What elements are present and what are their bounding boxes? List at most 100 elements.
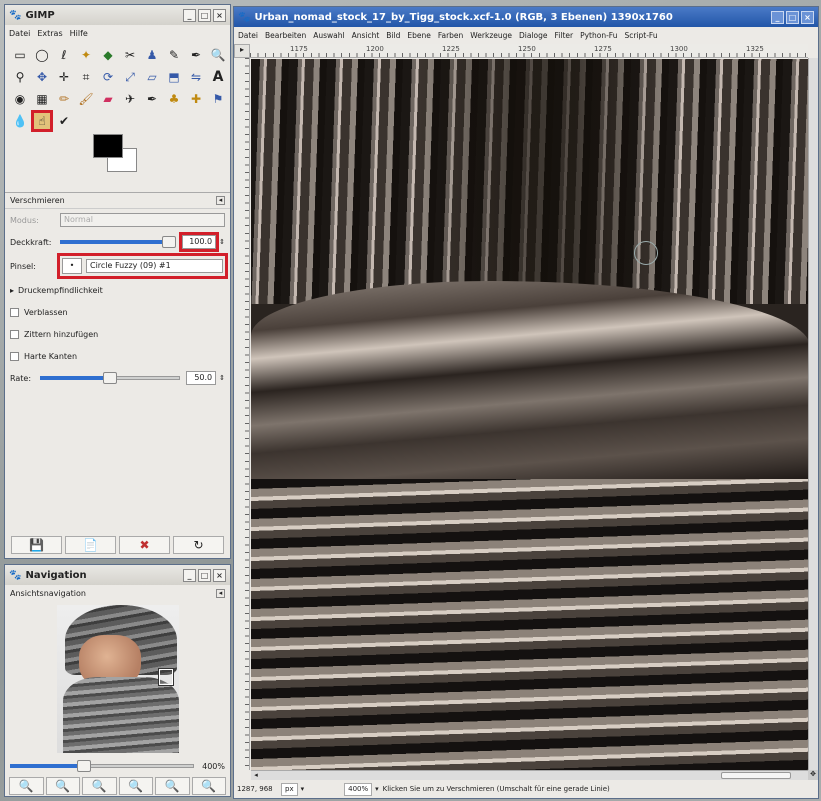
restore-options-icon[interactable]: 📄	[65, 536, 116, 554]
ellipse-select-icon[interactable]: ◯	[33, 46, 51, 64]
image-titlebar[interactable]: 🐾 Urban_nomad_stock_17_by_Tigg_stock.xcf…	[234, 7, 818, 27]
zoom-out-icon[interactable]: 🔍	[9, 777, 44, 795]
eraser-icon[interactable]: ▰	[99, 90, 117, 108]
navigate-corner-icon[interactable]: ✥	[808, 770, 818, 780]
hard-edges-checkbox[interactable]	[10, 351, 19, 361]
zoom-select[interactable]: 400%	[344, 782, 373, 796]
flip-icon[interactable]: ⇋	[187, 68, 205, 86]
save-options-icon[interactable]: 💾	[11, 536, 62, 554]
unit-dropdown-icon[interactable]: ▾	[301, 785, 305, 793]
rate-value[interactable]: 50.0	[186, 371, 217, 385]
rotate-icon[interactable]: ⟳	[99, 68, 117, 86]
navigation-preview[interactable]	[56, 605, 179, 753]
hard-edges-label[interactable]: Harte Kanten	[24, 352, 77, 361]
pencil-icon[interactable]: ✏	[55, 90, 73, 108]
horizontal-scroll-thumb[interactable]	[721, 772, 791, 779]
gradient-icon[interactable]: ▦	[33, 90, 51, 108]
rate-slider-knob[interactable]	[103, 372, 117, 384]
horizontal-scrollbar[interactable]: ◂	[251, 770, 810, 780]
maximize-button[interactable]: □	[198, 568, 211, 582]
jitter-label[interactable]: Zittern hinzufügen	[24, 330, 98, 339]
toolbox-titlebar[interactable]: 🐾 GIMP _ □ ×	[5, 5, 230, 25]
jitter-checkbox[interactable]	[10, 329, 19, 339]
zoom-1-1-icon[interactable]: 🔍	[82, 777, 117, 795]
menu-farben[interactable]: Farben	[438, 31, 463, 40]
zoom-slider-knob[interactable]	[76, 760, 91, 772]
opacity-value[interactable]: 100.0	[179, 232, 220, 252]
close-button[interactable]: ×	[801, 10, 814, 24]
clone-icon[interactable]: ♣	[165, 90, 183, 108]
fuzzy-select-icon[interactable]: ✦	[77, 46, 95, 64]
zoom-dropdown-icon[interactable]: ▾	[375, 785, 379, 793]
foreground-select-icon[interactable]: ♟	[143, 46, 161, 64]
zoom-fit-icon[interactable]: 🔍	[118, 777, 153, 795]
menu-python-fu[interactable]: Python-Fu	[580, 31, 617, 40]
zoom-slider[interactable]	[10, 759, 195, 773]
minimize-button[interactable]: _	[183, 8, 196, 22]
brush-name[interactable]: Circle Fuzzy (09) #1	[86, 259, 223, 273]
shear-icon[interactable]: ▱	[143, 68, 161, 86]
vertical-scrollbar[interactable]	[808, 58, 818, 770]
rect-select-icon[interactable]: ▭	[11, 46, 29, 64]
menu-bearbeiten[interactable]: Bearbeiten	[265, 31, 306, 40]
brush-preview-icon[interactable]: •	[62, 258, 82, 274]
perspective-icon[interactable]: ⬒	[165, 68, 183, 86]
mode-select[interactable]: Normal	[60, 213, 225, 227]
expander-icon[interactable]: ▸	[10, 286, 14, 295]
scroll-left-icon[interactable]: ◂	[251, 771, 261, 780]
vertical-ruler[interactable]	[234, 58, 250, 770]
close-button[interactable]: ×	[213, 568, 226, 582]
menu-datei[interactable]: Datei	[238, 31, 258, 40]
paths-icon[interactable]: ✎	[165, 46, 183, 64]
zoom-in-icon[interactable]: 🔍	[45, 777, 80, 795]
image-canvas[interactable]	[251, 59, 810, 770]
panel-menu-icon[interactable]: ◂	[216, 196, 225, 205]
color-swatches[interactable]	[93, 134, 230, 186]
opacity-slider[interactable]	[60, 235, 177, 249]
navigation-titlebar[interactable]: 🐾 Navigation _ □ ×	[5, 565, 230, 585]
menu-werkzeuge[interactable]: Werkzeuge	[470, 31, 512, 40]
menu-extras[interactable]: Extras	[37, 29, 62, 38]
ink-icon[interactable]: ✒	[143, 90, 161, 108]
align-icon[interactable]: ✛	[55, 68, 73, 86]
perspective-clone-icon[interactable]: ⚑	[209, 90, 227, 108]
close-button[interactable]: ×	[213, 8, 226, 22]
pressure-label[interactable]: Druckempfindlichkeit	[18, 286, 103, 295]
menu-filter[interactable]: Filter	[555, 31, 574, 40]
opacity-spin-icon[interactable]: ⇕	[219, 238, 225, 246]
fade-checkbox[interactable]	[10, 307, 19, 317]
scissors-icon[interactable]: ✂	[121, 46, 139, 64]
maximize-button[interactable]: □	[786, 10, 799, 24]
maximize-button[interactable]: □	[198, 8, 211, 22]
airbrush-icon[interactable]: ✈	[121, 90, 139, 108]
fade-label[interactable]: Verblassen	[24, 308, 68, 317]
minimize-button[interactable]: _	[771, 10, 784, 24]
bucket-fill-icon[interactable]: ◉	[11, 90, 29, 108]
magnify-icon[interactable]: 🔍	[209, 46, 227, 64]
blur-icon[interactable]: 💧	[11, 112, 29, 130]
menu-ebene[interactable]: Ebene	[407, 31, 430, 40]
zoom-fill-icon[interactable]: 🔍	[155, 777, 190, 795]
panel-menu-icon[interactable]: ◂	[216, 588, 225, 598]
paintbrush-icon[interactable]: 🖌	[77, 90, 95, 108]
rate-spin-icon[interactable]: ⇕	[219, 374, 225, 382]
scale-icon[interactable]: ⤢	[121, 68, 139, 86]
smudge-icon[interactable]: ☝	[31, 110, 53, 132]
heal-icon[interactable]: ✚	[187, 90, 205, 108]
text-icon[interactable]: A	[209, 68, 227, 86]
menu-bild[interactable]: Bild	[386, 31, 400, 40]
unit-select[interactable]: px	[281, 782, 298, 796]
dodge-burn-icon[interactable]: ✔	[55, 112, 73, 130]
reset-options-icon[interactable]: ↻	[173, 536, 224, 554]
menu-dialoge[interactable]: Dialoge	[519, 31, 548, 40]
menu-ansicht[interactable]: Ansicht	[352, 31, 380, 40]
menu-script-fu[interactable]: Script-Fu	[624, 31, 657, 40]
minimize-button[interactable]: _	[183, 568, 196, 582]
opacity-slider-knob[interactable]	[162, 236, 176, 248]
shrink-wrap-icon[interactable]: 🔍	[191, 777, 226, 795]
menu-hilfe[interactable]: Hilfe	[70, 29, 88, 38]
foreground-color-swatch[interactable]	[93, 134, 123, 158]
color-picker-icon[interactable]: ✒	[187, 46, 205, 64]
measure-icon[interactable]: ⚲	[11, 68, 29, 86]
quick-mask-icon[interactable]: ▸	[234, 44, 250, 58]
